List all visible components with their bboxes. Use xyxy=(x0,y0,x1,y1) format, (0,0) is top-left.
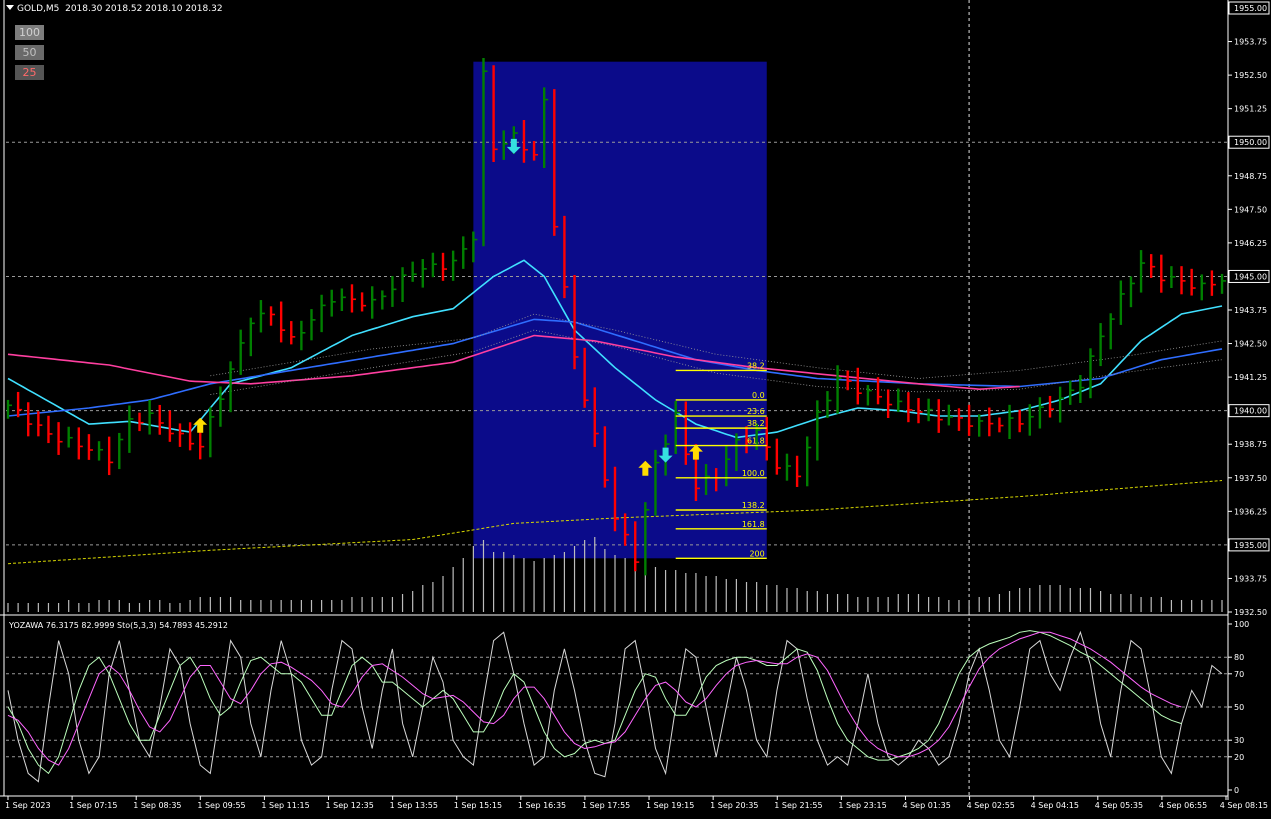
time-tick-label: 4 Sep 01:35 xyxy=(902,801,950,810)
time-tick-label: 4 Sep 08:15 xyxy=(1220,801,1268,810)
oscillator-tick-label: 50 xyxy=(1234,703,1244,712)
fibonacci-level-label: 38.2 xyxy=(747,361,765,370)
chart-header: GOLD,M5 2018.30 2018.52 2018.10 2018.32 xyxy=(6,4,223,14)
fibonacci-level-label: 200 xyxy=(749,549,764,558)
time-tick-label: 1 Sep 19:15 xyxy=(646,801,694,810)
price-tick-label: 1932.50 xyxy=(1234,608,1267,617)
level-button-100[interactable]: 100 xyxy=(15,25,44,40)
price-tick-label: 1948.75 xyxy=(1234,172,1267,181)
level-button-50[interactable]: 50 xyxy=(15,45,44,60)
time-tick-label: 4 Sep 04:15 xyxy=(1031,801,1079,810)
oscillator-title: YOZAWA 76.3175 82.9999 Sto(5,3,3) 54.789… xyxy=(9,621,228,630)
time-tick-label: 1 Sep 12:35 xyxy=(326,801,374,810)
time-tick-label: 1 Sep 13:55 xyxy=(390,801,438,810)
chart-canvas[interactable]: 38.20.023.638.261.8100.0138.2161.8200 19… xyxy=(0,0,1271,815)
ohlc-values: 2018.30 2018.52 2018.10 2018.32 xyxy=(65,4,223,14)
time-tick-label: 4 Sep 05:35 xyxy=(1095,801,1143,810)
fibonacci-level-label: 38.2 xyxy=(747,419,765,428)
price-tick-label: 1945.00 xyxy=(1234,272,1267,281)
oscillator-tick-label: 100 xyxy=(1234,620,1249,629)
level-button-25[interactable]: 25 xyxy=(15,65,44,80)
price-tick-label: 1937.50 xyxy=(1234,474,1267,483)
time-tick-label: 1 Sep 15:15 xyxy=(454,801,502,810)
time-tick-label: 1 Sep 23:15 xyxy=(838,801,886,810)
price-tick-label: 1955.00 xyxy=(1234,4,1267,13)
oscillator-tick-label: 80 xyxy=(1234,653,1244,662)
price-tick-label: 1950.00 xyxy=(1234,138,1267,147)
price-tick-label: 1952.50 xyxy=(1234,71,1267,80)
fibonacci-level-label: 138.2 xyxy=(742,501,765,510)
time-tick-label: 4 Sep 06:55 xyxy=(1159,801,1207,810)
fibonacci-level-label: 23.6 xyxy=(747,407,765,416)
fibonacci-level-label: 161.8 xyxy=(742,520,765,529)
level-button-label: 25 xyxy=(22,66,37,79)
time-tick-label: 1 Sep 09:55 xyxy=(197,801,245,810)
price-tick-label: 1940.00 xyxy=(1234,407,1267,416)
oscillator-tick-label: 20 xyxy=(1234,753,1244,762)
time-tick-label: 1 Sep 2023 xyxy=(5,801,51,810)
price-tick-label: 1946.25 xyxy=(1234,239,1267,248)
chart-window[interactable]: 38.2 0.0 23.6 38.2 61.8 100.0 138.2 161.8 200 19… xyxy=(0,0,1271,815)
symbol-label: GOLD,M5 xyxy=(17,4,60,14)
price-tick-label: 1938.75 xyxy=(1234,440,1267,449)
price-tick-label: 1941.25 xyxy=(1234,373,1267,382)
time-tick-label: 1 Sep 08:35 xyxy=(133,801,181,810)
price-tick-label: 1951.25 xyxy=(1234,105,1267,114)
time-tick-label: 1 Sep 07:15 xyxy=(69,801,117,810)
fibonacci-level-label: 61.8 xyxy=(747,437,765,446)
time-tick-label: 4 Sep 02:55 xyxy=(967,801,1015,810)
highlight-rectangle xyxy=(473,61,767,559)
oscillator-tick-label: 70 xyxy=(1234,670,1244,679)
price-tick-label: 1935.00 xyxy=(1234,541,1267,550)
oscillator-tick-label: 0 xyxy=(1234,786,1239,795)
level-button-label: 100 xyxy=(19,26,40,39)
time-tick-label: 1 Sep 11:15 xyxy=(261,801,309,810)
price-tick-label: 1943.75 xyxy=(1234,306,1267,315)
time-tick-label: 1 Sep 21:55 xyxy=(774,801,822,810)
time-tick-label: 1 Sep 17:55 xyxy=(582,801,630,810)
time-tick-label: 1 Sep 16:35 xyxy=(518,801,566,810)
collapse-triangle-icon[interactable] xyxy=(6,5,14,10)
time-tick-label: 1 Sep 20:35 xyxy=(710,801,758,810)
oscillator-tick-label: 30 xyxy=(1234,736,1244,745)
fibonacci-level-label: 0.0 xyxy=(752,391,765,400)
price-tick-label: 1936.25 xyxy=(1234,507,1267,516)
price-tick-label: 1953.75 xyxy=(1234,38,1267,47)
fibonacci-level-label: 100.0 xyxy=(742,469,765,478)
price-tick-label: 1942.50 xyxy=(1234,340,1267,349)
price-tick-label: 1947.50 xyxy=(1234,205,1267,214)
price-tick-label: 1933.75 xyxy=(1234,574,1267,583)
level-button-label: 50 xyxy=(22,46,37,59)
